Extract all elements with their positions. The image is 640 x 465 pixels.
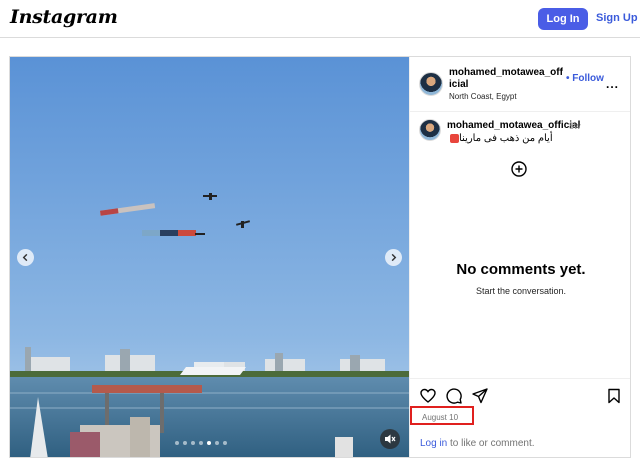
instagram-logo[interactable]: Instagram (10, 6, 118, 28)
follow-button[interactable]: • Follow (566, 73, 604, 84)
caption-avatar[interactable] (419, 119, 441, 141)
caption-text-row: أيام من ذهب فى مارينا (447, 133, 553, 144)
more-options-button[interactable]: ... (606, 77, 619, 91)
no-comments-title: No comments yet. (456, 261, 586, 278)
top-navigation-bar: Instagram Log In Sign Up (0, 0, 640, 38)
carousel-dot (199, 441, 203, 445)
mute-icon (385, 434, 396, 444)
login-button[interactable]: Log In (538, 8, 588, 30)
avatar[interactable] (419, 72, 443, 96)
carousel-indicator (175, 441, 227, 445)
login-link[interactable]: Log in (420, 438, 447, 449)
comment-icon[interactable] (446, 388, 462, 404)
chevron-left-icon (22, 253, 28, 262)
caption-timestamp: 8w (569, 121, 581, 131)
no-comments-subtitle: Start the conversation. (475, 286, 567, 296)
flower-emoji-icon (450, 133, 459, 143)
login-prompt-text: to like or comment. (447, 438, 535, 449)
carousel-dot (175, 441, 179, 445)
caption-text: أيام من ذهب فى مارينا (459, 133, 553, 144)
caption-username[interactable]: mohamed_motawea_official (447, 120, 580, 131)
carousel-dot (215, 441, 219, 445)
post-media-video[interactable] (10, 57, 409, 457)
bookmark-icon[interactable] (606, 388, 622, 404)
heart-icon[interactable] (420, 388, 436, 404)
login-prompt: Log in to like or comment. (420, 438, 535, 449)
post-container: mohamed_motawea_official • Follow North … (9, 56, 631, 458)
carousel-dot (183, 441, 187, 445)
post-location[interactable]: North Coast, Egypt (449, 92, 517, 101)
carousel-dot (207, 441, 211, 445)
share-icon[interactable] (472, 388, 488, 404)
video-frame (10, 57, 409, 457)
chevron-right-icon (391, 253, 397, 262)
carousel-dot (223, 441, 227, 445)
date-highlight-box: August 10 (410, 406, 474, 425)
mute-button[interactable] (380, 429, 400, 449)
carousel-dot (191, 441, 195, 445)
post-sidebar: mohamed_motawea_official • Follow North … (409, 57, 630, 457)
post-actions: August 10 Log in to like or comment. (410, 378, 630, 457)
post-header: mohamed_motawea_official • Follow North … (410, 57, 630, 112)
post-date: August 10 (422, 413, 459, 422)
add-comment-icon[interactable] (511, 161, 527, 177)
next-slide-button[interactable] (385, 249, 402, 266)
previous-slide-button[interactable] (17, 249, 34, 266)
post-author-username[interactable]: mohamed_motawea_official (449, 67, 564, 91)
signup-link[interactable]: Sign Up (596, 12, 638, 24)
